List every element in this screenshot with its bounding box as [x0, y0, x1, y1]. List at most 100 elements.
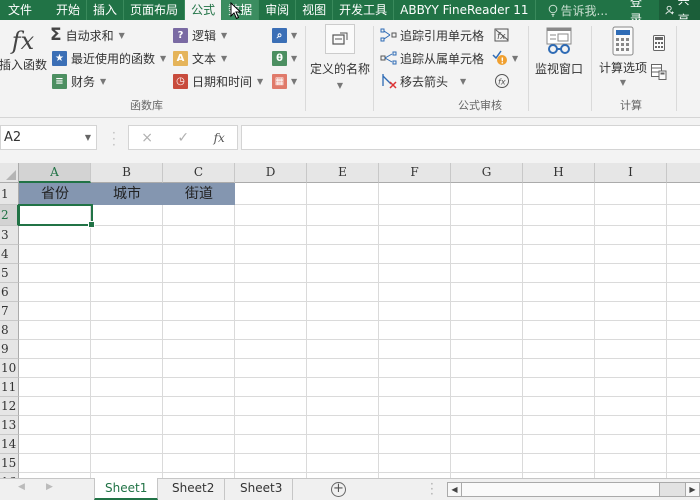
column-header-h[interactable]: H [523, 163, 595, 183]
math-trig-button[interactable]: θ ▼ [272, 48, 297, 68]
column-header-c[interactable]: C [163, 163, 235, 183]
row-header-8[interactable]: 8 [0, 321, 19, 340]
watch-window-button[interactable]: 监视窗口 [532, 26, 586, 77]
row-header-6[interactable]: 6 [0, 283, 19, 302]
date-time-button[interactable]: ◷ 日期和时间 ▼ [173, 71, 263, 91]
recently-used-button[interactable]: ★ 最近使用的函数 ▼ [52, 48, 166, 68]
lightbulb-icon [548, 4, 557, 16]
text-book-icon: A [173, 50, 188, 66]
sheet-tab-sheet1[interactable]: Sheet1 [94, 478, 159, 500]
tab-file[interactable]: 文件 [0, 0, 40, 20]
defined-names-button[interactable]: 定义的名称 ▼ [308, 24, 372, 90]
tab-page-layout[interactable]: 页面布局 [124, 0, 186, 20]
name-box[interactable]: A2 ▼ [0, 125, 97, 150]
column-header-d[interactable]: D [235, 163, 307, 183]
calculation-options-button[interactable]: 计算选项 ▼ [596, 26, 650, 87]
search-book-icon: ⌕ [272, 27, 287, 43]
row-header-4[interactable]: 4 [0, 245, 19, 264]
add-sheet-button[interactable]: + [331, 482, 346, 497]
sheet-tab-sheet2[interactable]: Sheet2 [162, 478, 226, 500]
horizontal-scrollbar[interactable]: ◀ ▶ [447, 482, 700, 497]
column-header-i[interactable]: I [595, 163, 667, 183]
row-header-14[interactable]: 14 [0, 435, 19, 454]
show-formulas-button[interactable]: fx [494, 25, 510, 45]
insert-function-icon[interactable]: fx [214, 131, 225, 145]
cell-a1[interactable]: 省份 [19, 183, 91, 205]
chevron-down-icon: ▼ [291, 30, 298, 40]
row-header-9[interactable]: 9 [0, 340, 19, 359]
tell-me-box[interactable]: 告诉我... [544, 2, 612, 19]
error-checking-button[interactable]: ! ▼ [492, 48, 518, 68]
text-button[interactable]: A 文本 ▼ [173, 48, 227, 68]
scroll-right-icon[interactable]: ▶ [46, 482, 53, 492]
tab-formulas[interactable]: 公式 [185, 0, 223, 20]
calculate-now-icon [653, 35, 665, 51]
financial-button[interactable]: ≡ 财务 ▼ [52, 71, 106, 91]
gridline [19, 358, 700, 359]
calculate-now-button[interactable] [653, 33, 665, 53]
sheet-tab-bar: ◀ ▶ Sheet1 Sheet2 Sheet3 + · · · ◀ ▶ [0, 478, 700, 500]
select-all-button[interactable] [0, 163, 19, 183]
sheet-tab-sheet3[interactable]: Sheet3 [230, 478, 294, 500]
tab-data[interactable]: 数据 [222, 0, 260, 20]
column-header-partial[interactable] [667, 163, 700, 183]
share-button[interactable]: 共享 [658, 0, 700, 27]
column-header-e[interactable]: E [307, 163, 379, 183]
tab-abbyy[interactable]: ABBYY FineReader 11 [394, 0, 536, 20]
row-header-15[interactable]: 15 [0, 454, 19, 473]
autosum-button[interactable]: Σ 自动求和 ▼ [50, 25, 125, 45]
formula-input[interactable] [241, 125, 700, 150]
gridline [19, 339, 700, 340]
gridline [19, 472, 700, 473]
row-header-13[interactable]: 13 [0, 416, 19, 435]
column-header-f[interactable]: F [379, 163, 451, 183]
insert-function-button[interactable]: fx 插入函数 [0, 28, 47, 73]
gridline [19, 434, 700, 435]
column-header-a[interactable]: A [19, 163, 91, 183]
tab-developer[interactable]: 开发工具 [333, 0, 395, 20]
trace-dependents-button[interactable]: 追踪从属单元格 [380, 48, 484, 68]
scroll-left-arrow-icon[interactable]: ◀ [448, 483, 462, 496]
chevron-down-icon[interactable]: ▼ [85, 126, 91, 149]
evaluate-formula-button[interactable]: fx [494, 71, 510, 91]
logical-button[interactable]: ? 逻辑 ▼ [173, 25, 227, 45]
remove-arrows-button[interactable]: 移去箭头 ▼ [380, 71, 466, 91]
tab-insert[interactable]: 插入 [87, 0, 125, 20]
chevron-down-icon: ▼ [221, 53, 228, 63]
more-functions-button[interactable]: ▦ ▼ [272, 71, 297, 91]
autosum-label: 自动求和 [65, 28, 114, 43]
row-header-3[interactable]: 3 [0, 226, 19, 245]
tab-view[interactable]: 视图 [296, 0, 334, 20]
ribbon-tab-bar: 文件 开始 插入 页面布局 公式 数据 审阅 视图 开发工具 ABBYY Fin… [0, 0, 700, 27]
column-header-b[interactable]: B [91, 163, 163, 183]
calculate-sheet-button[interactable] [651, 62, 667, 82]
lookup-reference-button[interactable]: ⌕ ▼ [272, 25, 297, 45]
row-header-5[interactable]: 5 [0, 264, 19, 283]
formula-auditing-group-label: 公式审核 [458, 99, 502, 112]
active-cell-selection[interactable] [18, 204, 95, 228]
worksheet-grid[interactable]: ABCDEFGHI12345678910111213141516省份城市街道 [0, 163, 700, 478]
tab-review[interactable]: 审阅 [259, 0, 297, 20]
scroll-left-icon[interactable]: ◀ [18, 482, 25, 492]
resize-handle[interactable]: · · · [112, 127, 116, 151]
row-header-2[interactable]: 2 [0, 205, 19, 226]
column-header-g[interactable]: G [451, 163, 523, 183]
cell-c1[interactable]: 街道 [163, 183, 235, 205]
trace-precedents-button[interactable]: 追踪引用单元格 [380, 25, 484, 45]
chevron-down-icon: ▼ [619, 78, 627, 87]
scroll-right-arrow-icon[interactable]: ▶ [685, 483, 699, 496]
row-header-11[interactable]: 11 [0, 378, 19, 397]
row-header-10[interactable]: 10 [0, 359, 19, 378]
tab-home[interactable]: 开始 [50, 0, 88, 20]
enter-icon[interactable]: ✓ [177, 130, 189, 146]
formula-buttons: × ✓ fx [128, 125, 238, 150]
row-header-7[interactable]: 7 [0, 302, 19, 321]
mouse-cursor-icon [230, 2, 242, 20]
tab-split-handle[interactable]: · · · [430, 478, 434, 500]
ribbon: fx 插入函数 Σ 自动求和 ▼ ★ 最近使用的函数 ▼ ≡ 财务 ▼ ? 逻辑… [0, 20, 700, 118]
row-header-1[interactable]: 1 [0, 183, 19, 205]
cell-b1[interactable]: 城市 [91, 183, 163, 205]
cancel-icon[interactable]: × [141, 130, 153, 146]
row-header-12[interactable]: 12 [0, 397, 19, 416]
scrollbar-thumb[interactable] [462, 483, 660, 496]
